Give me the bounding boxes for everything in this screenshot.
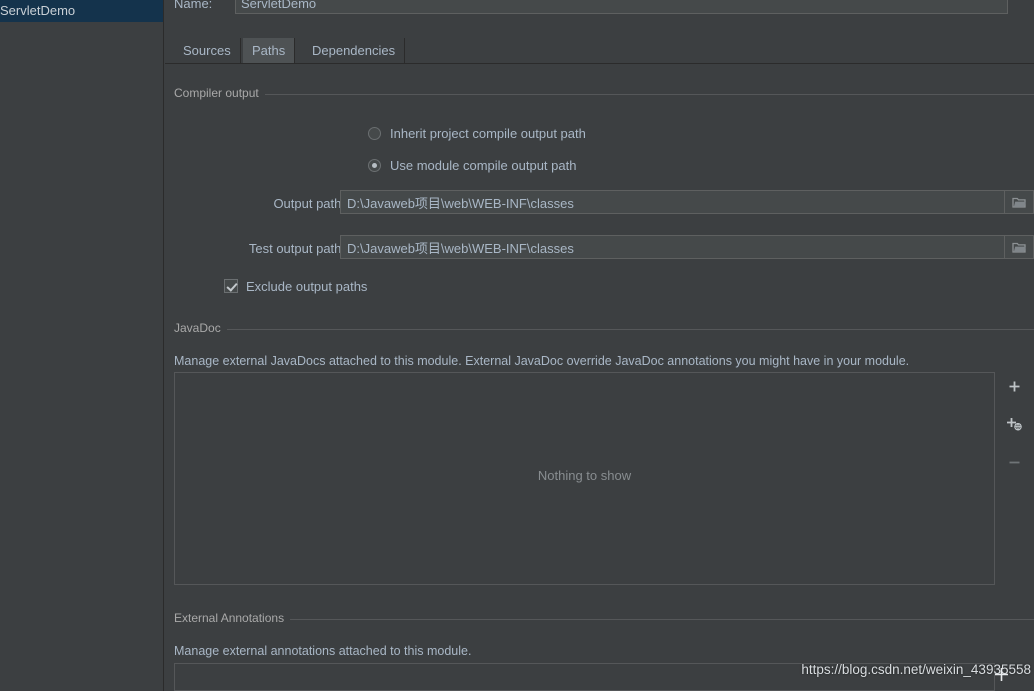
compiler-output-title: Compiler output [174, 86, 265, 100]
minus-icon [1009, 461, 1019, 463]
external-annotations-description: Manage external annotations attached to … [174, 644, 472, 658]
module-name-label: Name: [174, 0, 213, 11]
external-annotations-title: External Annotations [174, 611, 291, 625]
radio-button-checked-icon [368, 158, 381, 172]
plus-globe-icon [1006, 417, 1022, 430]
module-list-sidebar[interactable]: ServletDemo [0, 0, 164, 691]
test-output-path-value: D:\Javaweb项目\web\WEB-INF\classes [347, 240, 574, 256]
test-output-path-field[interactable]: D:\Javaweb项目\web\WEB-INF\classes [340, 235, 1034, 259]
output-path-value: D:\Javaweb项目\web\WEB-INF\classes [347, 195, 574, 211]
group-divider-line [174, 94, 1034, 95]
radio-button-unchecked-icon [368, 126, 381, 140]
module-name-input[interactable] [235, 0, 1008, 14]
tab-paths[interactable]: Paths [243, 38, 296, 63]
module-settings-panel: Name: Sources Paths Dependencies Compile… [165, 0, 1034, 691]
folder-icon [1011, 197, 1026, 208]
javadoc-empty-text: Nothing to show [537, 468, 632, 483]
javadoc-group: JavaDoc [174, 321, 1034, 337]
tab-dependencies-label: Dependencies [312, 43, 396, 58]
radio-inherit-label: Inherit project compile output path [390, 125, 586, 141]
javadoc-list-toolbar [995, 372, 1033, 476]
radio-use-module-output[interactable]: Use module compile output path [368, 155, 576, 175]
javadoc-title: JavaDoc [174, 321, 227, 335]
checkbox-checked-icon [224, 279, 238, 293]
radio-use-module-label: Use module compile output path [390, 157, 577, 173]
module-tabs: Sources Paths Dependencies [165, 38, 1034, 64]
output-path-label: Output path: [273, 196, 345, 211]
tab-sources[interactable]: Sources [174, 38, 241, 63]
sidebar-item-servletdemo[interactable]: ServletDemo [0, 0, 163, 22]
javadoc-list-panel[interactable]: Nothing to show [174, 372, 995, 585]
exclude-output-paths-label: Exclude output paths [246, 278, 368, 294]
remove-javadoc-button [999, 448, 1029, 476]
group-divider-line [174, 619, 1034, 620]
sidebar-item-label: ServletDemo [0, 3, 76, 18]
add-javadoc-button[interactable] [999, 372, 1029, 400]
tab-sources-label: Sources [183, 43, 231, 58]
external-annotations-group: External Annotations [174, 611, 1034, 627]
module-name-row: Name: [165, 0, 1034, 18]
folder-icon [1011, 242, 1026, 253]
group-divider-line [174, 329, 1034, 330]
exclude-output-paths-checkbox[interactable]: Exclude output paths [224, 277, 367, 295]
test-output-path-browse-button[interactable] [1004, 236, 1033, 258]
tab-dependencies[interactable]: Dependencies [303, 38, 406, 63]
javadoc-description: Manage external JavaDocs attached to thi… [174, 354, 910, 368]
tab-paths-label: Paths [252, 43, 286, 58]
plus-icon [1009, 381, 1019, 391]
specify-javadoc-url-button[interactable] [999, 410, 1029, 438]
mouse-cursor-icon [995, 668, 1008, 681]
radio-inherit-project-output[interactable]: Inherit project compile output path [368, 123, 586, 143]
test-output-path-label: Test output path: [248, 241, 345, 256]
compiler-output-group: Compiler output [174, 86, 1034, 102]
output-path-field[interactable]: D:\Javaweb项目\web\WEB-INF\classes [340, 190, 1034, 214]
output-path-browse-button[interactable] [1004, 191, 1033, 213]
